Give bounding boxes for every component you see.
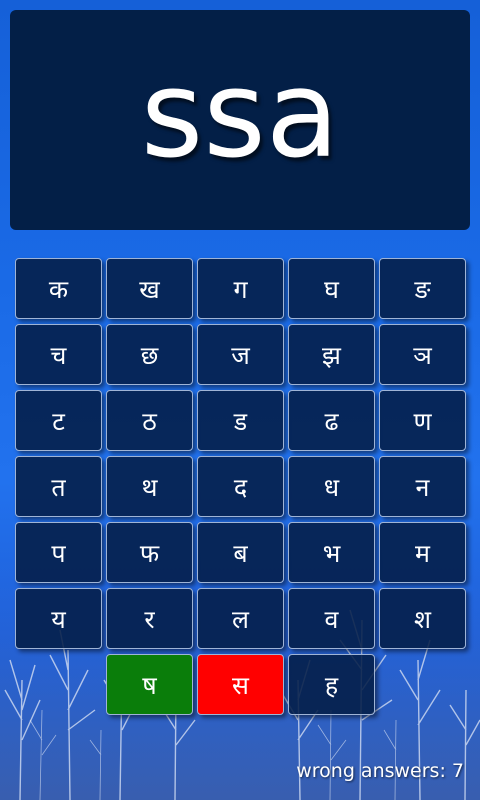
letter-key-27[interactable]: ल (197, 588, 284, 649)
letter-key-10[interactable]: ट (15, 390, 102, 451)
letter-key-28[interactable]: व (288, 588, 375, 649)
letter-key-7[interactable]: ज (197, 324, 284, 385)
letter-key-2[interactable]: ग (197, 258, 284, 319)
letter-key-15[interactable]: त (15, 456, 102, 517)
letter-grid: कखगघङ चछजझञ टठडढण तथदधन पफबभम यरलवश षसह (15, 258, 466, 715)
prompt-syllable: ssa (140, 46, 340, 185)
letter-key-30[interactable]: ष (106, 654, 193, 715)
letter-key-8[interactable]: झ (288, 324, 375, 385)
letter-key-14[interactable]: ण (379, 390, 466, 451)
letter-key-4[interactable]: ङ (379, 258, 466, 319)
letter-key-0[interactable]: क (15, 258, 102, 319)
letter-key-32[interactable]: ह (288, 654, 375, 715)
letter-key-29[interactable]: श (379, 588, 466, 649)
letter-key-11[interactable]: ठ (106, 390, 193, 451)
letter-key-19[interactable]: न (379, 456, 466, 517)
letter-key-26[interactable]: र (106, 588, 193, 649)
letter-key-20[interactable]: प (15, 522, 102, 583)
letter-key-21[interactable]: फ (106, 522, 193, 583)
letter-key-9[interactable]: ञ (379, 324, 466, 385)
letter-key-25[interactable]: य (15, 588, 102, 649)
letter-key-16[interactable]: थ (106, 456, 193, 517)
letter-key-18[interactable]: ध (288, 456, 375, 517)
letter-key-13[interactable]: ढ (288, 390, 375, 451)
letter-key-23[interactable]: भ (288, 522, 375, 583)
letter-key-12[interactable]: ड (197, 390, 284, 451)
letter-key-22[interactable]: ब (197, 522, 284, 583)
letter-key-1[interactable]: ख (106, 258, 193, 319)
letter-key-3[interactable]: घ (288, 258, 375, 319)
letter-key-24[interactable]: म (379, 522, 466, 583)
letter-key-31[interactable]: स (197, 654, 284, 715)
prompt-panel: ssa (10, 10, 470, 230)
letter-key-5[interactable]: च (15, 324, 102, 385)
letter-key-17[interactable]: द (197, 456, 284, 517)
wrong-answers-counter: wrong answers: 7 (296, 760, 464, 782)
letter-key-6[interactable]: छ (106, 324, 193, 385)
